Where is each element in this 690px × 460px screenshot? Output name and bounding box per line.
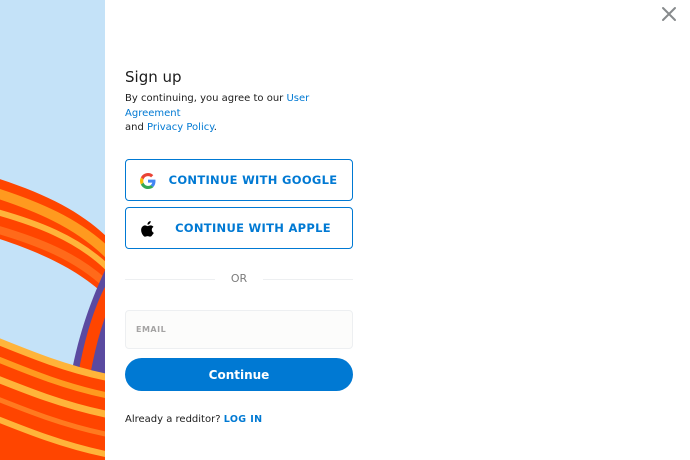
email-input[interactable] [126,311,352,348]
terms-prefix: By continuing, you agree to our [125,93,287,104]
page-title: Sign up [125,68,182,86]
terms-middle: and [125,122,147,133]
continue-button[interactable]: Continue [125,358,353,391]
email-field-container [125,310,353,349]
google-button-label: CONTINUE WITH GOOGLE [168,173,338,187]
or-divider: OR [125,272,353,286]
decorative-stripes-art [0,0,105,460]
log-in-link[interactable]: LOG IN [224,414,263,425]
terms-suffix: . [213,122,217,133]
continue-with-google-button[interactable]: CONTINUE WITH GOOGLE [125,159,353,201]
divider-line-right [263,279,353,280]
login-prompt: Already a redditor? LOG IN [125,414,262,425]
side-artwork [0,0,105,460]
privacy-policy-link[interactable]: Privacy Policy [147,122,214,133]
close-button[interactable] [656,2,682,26]
close-icon [662,7,676,21]
terms-text: By continuing, you agree to our User Agr… [125,92,365,136]
continue-with-apple-button[interactable]: CONTINUE WITH APPLE [125,207,353,249]
login-prompt-text: Already a redditor? [125,414,224,425]
apple-button-label: CONTINUE WITH APPLE [175,221,331,235]
